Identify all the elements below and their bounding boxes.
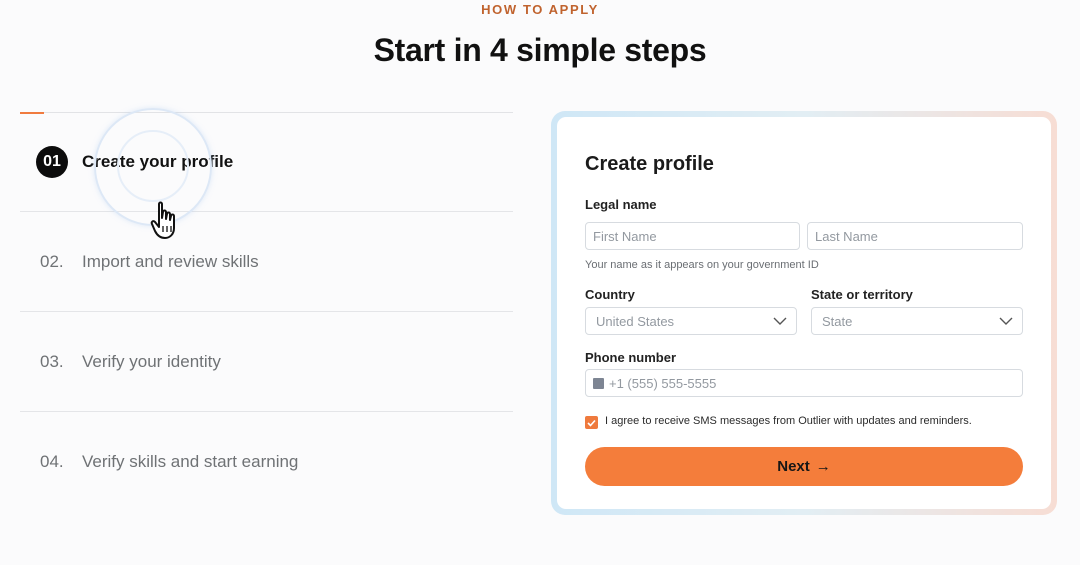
step-number: 04. xyxy=(40,452,64,471)
country-value: United States xyxy=(596,313,675,329)
step-label: Import and review skills xyxy=(82,251,259,271)
check-icon xyxy=(587,419,596,427)
chevron-down-icon xyxy=(999,317,1013,325)
country-select[interactable]: United States xyxy=(585,307,797,335)
country-label: Country xyxy=(585,287,635,302)
phone-input[interactable]: +1 (555) 555-5555 xyxy=(585,369,1023,397)
step-number: 02. xyxy=(40,251,64,271)
next-label: Next xyxy=(777,458,810,475)
name-hint: Your name as it appears on your governme… xyxy=(585,259,819,271)
step-label: Verify your identity xyxy=(82,351,221,371)
step-number: 01 xyxy=(36,145,68,178)
phone-placeholder: +1 (555) 555-5555 xyxy=(609,375,717,391)
profile-card-frame: Create profile Legal name First Name Las… xyxy=(551,111,1057,515)
state-value: State xyxy=(822,313,853,329)
state-label: State or territory xyxy=(811,287,913,302)
form-title: Create profile xyxy=(585,153,714,175)
hand-pointer-icon xyxy=(150,201,175,239)
chevron-down-icon xyxy=(773,317,787,325)
step-verify-identity[interactable]: 03. Verify your identity xyxy=(20,312,513,412)
step-label: Verify skills and start earning xyxy=(82,452,299,471)
first-name-placeholder: First Name xyxy=(593,228,657,244)
step-number: 03. xyxy=(40,351,64,371)
sms-consent-label: I agree to receive SMS messages from Out… xyxy=(605,415,972,427)
state-select[interactable]: State xyxy=(811,307,1023,335)
click-highlight-ring-inner xyxy=(117,130,189,202)
arrow-right-icon: → xyxy=(815,458,831,475)
next-button[interactable]: Next → xyxy=(585,447,1023,486)
phone-label: Phone number xyxy=(585,350,677,365)
last-name-placeholder: Last Name xyxy=(815,228,878,244)
sms-consent-checkbox[interactable] xyxy=(585,416,598,429)
step-import-skills[interactable]: 02. Import and review skills xyxy=(20,212,513,312)
step-verify-skills[interactable]: 04. Verify skills and start earning xyxy=(20,412,513,512)
profile-form-card: Create profile Legal name First Name Las… xyxy=(557,117,1051,509)
section-eyebrow: HOW TO APPLY xyxy=(481,2,599,17)
legal-name-label: Legal name xyxy=(585,197,657,212)
first-name-input[interactable]: First Name xyxy=(585,222,800,250)
page-title: Start in 4 simple steps xyxy=(373,32,707,68)
last-name-input[interactable]: Last Name xyxy=(807,222,1023,250)
flag-icon[interactable] xyxy=(593,377,604,389)
